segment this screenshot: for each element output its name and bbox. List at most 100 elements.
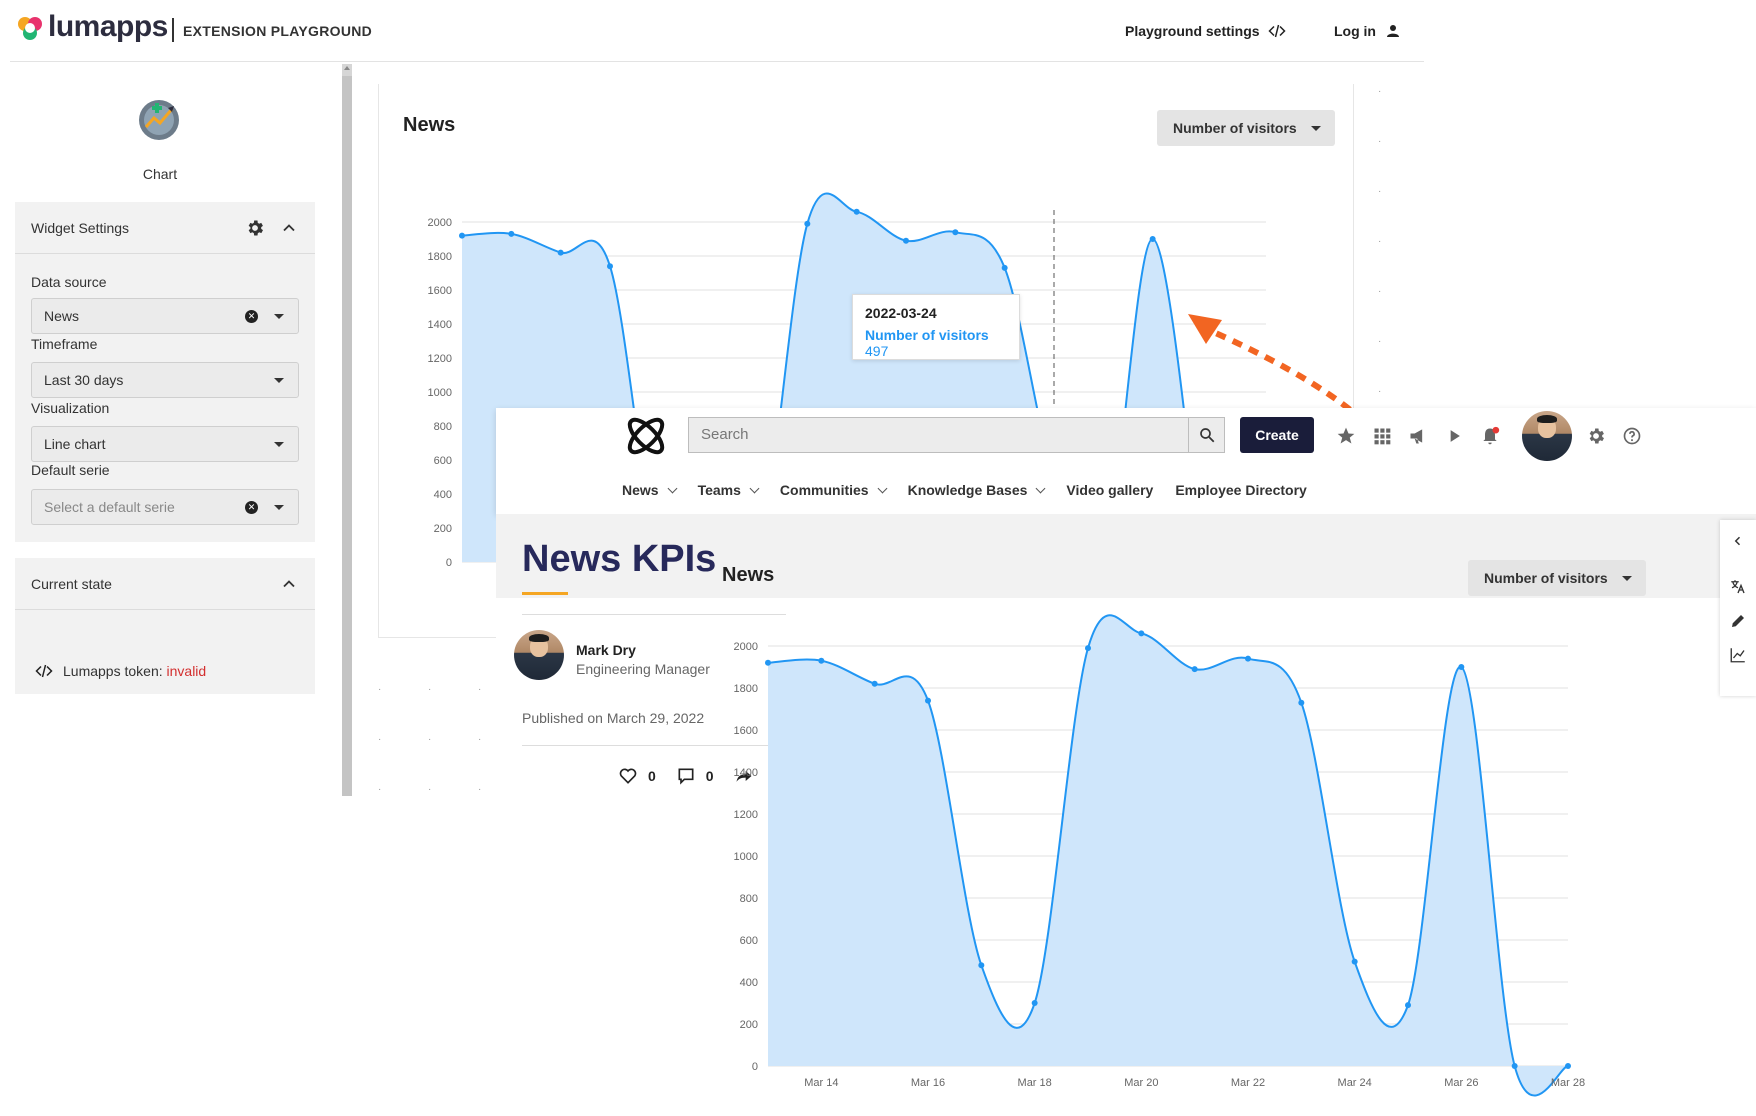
x-tick-label: Mar 24 (1338, 1077, 1372, 1089)
chevron-left-icon[interactable] (1729, 532, 1747, 550)
widget-settings-panel: Chart Widget Settings Data source News ✕… (0, 64, 340, 794)
y-tick-label: 1200 (734, 809, 758, 821)
current-state-title: Current state (31, 575, 112, 592)
visualization-label: Visualization (31, 400, 110, 416)
data-point[interactable] (1511, 1063, 1518, 1069)
chevron-up-icon[interactable] (279, 574, 299, 594)
gear-icon[interactable] (245, 218, 265, 238)
caret-down-icon (274, 314, 284, 319)
menu-item-knowledge-bases[interactable]: Knowledge Bases (908, 482, 1046, 498)
data-point[interactable] (952, 229, 959, 236)
visualization-select[interactable]: Line chart (31, 426, 299, 462)
author-divider-top (522, 614, 786, 615)
y-tick-label: 0 (752, 1061, 758, 1073)
data-point[interactable] (1085, 645, 1091, 652)
scrollbar-thumb[interactable] (342, 76, 352, 796)
search-input[interactable]: Search (688, 417, 1189, 453)
chevron-up-icon[interactable] (279, 218, 299, 238)
data-point[interactable] (1001, 264, 1008, 271)
data-point[interactable] (903, 237, 909, 244)
heart-icon[interactable] (618, 766, 638, 786)
guide-dot: · (428, 684, 432, 695)
timeframe-select[interactable]: Last 30 days (31, 362, 299, 398)
caret-down-icon (274, 505, 284, 510)
metric-dropdown-button[interactable]: Number of visitors (1157, 110, 1335, 146)
brand-atom-logo-icon[interactable] (622, 412, 670, 460)
playground-settings-link[interactable]: Playground settings (1125, 22, 1286, 40)
comment-icon[interactable] (676, 766, 696, 786)
data-point[interactable] (508, 230, 515, 237)
data-point[interactable] (1405, 1002, 1411, 1009)
data-point[interactable] (557, 249, 564, 256)
data-point[interactable] (871, 680, 878, 687)
data-point[interactable] (765, 659, 771, 666)
data-point[interactable] (978, 962, 985, 969)
data-point[interactable] (1245, 655, 1251, 662)
pencil-icon[interactable] (1729, 612, 1747, 630)
translate-icon[interactable] (1729, 578, 1747, 596)
data-point[interactable] (1031, 1000, 1038, 1006)
title-underline (522, 592, 568, 595)
data-source-select[interactable]: News ✕ (31, 298, 299, 334)
data-point[interactable] (1138, 630, 1145, 637)
guide-dot: · (1378, 236, 1382, 247)
data-point[interactable] (1565, 1063, 1571, 1069)
widget-settings-header[interactable]: Widget Settings (15, 202, 315, 254)
data-point[interactable] (1191, 666, 1198, 673)
help-icon[interactable] (1622, 426, 1642, 446)
y-tick-label: 1800 (734, 683, 758, 695)
data-point[interactable] (459, 232, 465, 239)
menu-item-communities[interactable]: Communities (780, 482, 888, 498)
star-icon[interactable] (1336, 426, 1356, 446)
clear-icon[interactable]: ✕ (245, 501, 258, 514)
clear-icon[interactable]: ✕ (245, 310, 258, 323)
data-point[interactable] (1149, 236, 1156, 242)
login-link[interactable]: Log in (1334, 22, 1402, 40)
y-tick-label: 1800 (428, 251, 452, 263)
guide-dot: · (1378, 286, 1382, 297)
search-icon (1199, 428, 1214, 443)
play-icon[interactable] (1444, 426, 1464, 446)
author-name[interactable]: Mark Dry (576, 642, 636, 658)
data-point[interactable] (925, 697, 931, 704)
chevron-down-icon (749, 483, 760, 493)
data-point[interactable] (607, 263, 613, 270)
widget-settings-title: Widget Settings (31, 219, 130, 236)
search-button[interactable] (1189, 417, 1225, 453)
chevron-down-icon (1035, 483, 1046, 493)
bell-icon[interactable] (1480, 426, 1500, 446)
chart-title: News (403, 114, 456, 136)
y-tick-label: 1000 (734, 851, 758, 863)
chart-widget-icon (139, 100, 179, 140)
data-point[interactable] (804, 220, 811, 227)
caret-down-icon (274, 442, 284, 447)
menu-item-teams[interactable]: Teams (698, 482, 760, 498)
line-chart-icon[interactable] (1729, 646, 1747, 664)
user-avatar[interactable] (1522, 411, 1572, 461)
chevron-down-icon (667, 483, 678, 493)
current-state-header[interactable]: Current state (15, 558, 315, 610)
menu-item-video-gallery[interactable]: Video gallery (1066, 482, 1153, 498)
data-point[interactable] (1298, 699, 1305, 706)
author-avatar[interactable] (514, 630, 564, 680)
brand-name: lumapps (48, 10, 168, 43)
data-point[interactable] (853, 208, 860, 215)
megaphone-icon[interactable] (1408, 426, 1428, 446)
timeframe-value: Last 30 days (44, 372, 124, 388)
x-tick-label: Mar 22 (1231, 1077, 1265, 1089)
widget-metric-dropdown[interactable]: Number of visitors (1468, 560, 1646, 596)
menu-item-employee-directory[interactable]: Employee Directory (1175, 482, 1307, 498)
settings-gear-icon[interactable] (1586, 426, 1606, 446)
apps-grid-icon[interactable] (1372, 426, 1392, 446)
create-button[interactable]: Create (1240, 417, 1314, 453)
data-point[interactable] (1458, 664, 1465, 670)
data-point[interactable] (1351, 958, 1358, 965)
y-tick-label: 1400 (428, 319, 452, 331)
menu-item-news[interactable]: News (622, 482, 678, 498)
default-serie-select[interactable]: Select a default serie ✕ (31, 489, 299, 525)
data-point[interactable] (818, 657, 825, 664)
panel-scrollbar[interactable] (342, 64, 352, 796)
scroll-up-arrow-icon[interactable] (344, 66, 350, 70)
lumapps-logo-icon (18, 17, 42, 40)
news-area-chart[interactable]: 0 200 400 600 800 1000 1200 1400 1600 1800 2000 Mar… (726, 614, 1606, 1116)
